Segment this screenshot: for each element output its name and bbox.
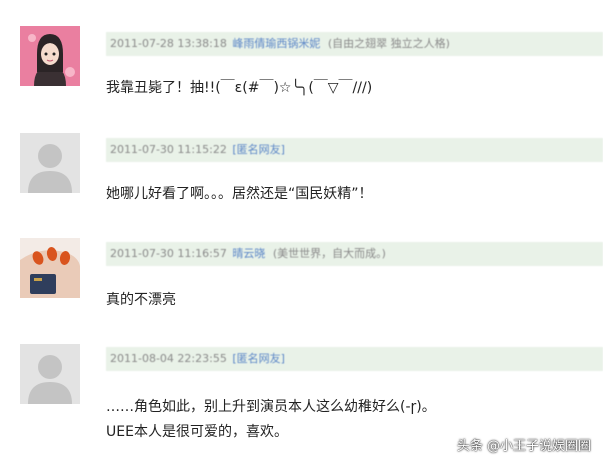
comment-timestamp: 2011-07-30 11:16:57 [110, 247, 227, 260]
comment-text: UEE本人是很可爱的，喜欢。 [106, 424, 288, 440]
comment-meta-bar: 2011-08-04 22:23:55 [匿名网友] [106, 347, 603, 371]
comment-text: ……角色如此，别上升到演员本人这么幼稚好么(-ɼ)。 [106, 399, 436, 415]
comment-text: 真的不漂亮 [106, 292, 176, 308]
avatar-girl-illustration-icon [20, 26, 80, 86]
comment-text: 她哪儿好看了啊。。。居然还是“国民妖精”！ [106, 186, 373, 202]
comment-username[interactable]: 峰雨倩瑜西锅米妮 [232, 37, 320, 50]
user-avatar[interactable] [20, 26, 80, 86]
comment-timestamp: 2011-07-30 11:15:22 [110, 143, 227, 156]
user-avatar[interactable] [20, 133, 80, 193]
comment-username[interactable]: 晴云晓 [232, 247, 265, 260]
comment-timestamp: 2011-07-28 13:38:18 [110, 37, 227, 50]
comment-user-note: (美世世界，自大而成。) [272, 247, 386, 260]
comment-text: 我靠丑毙了！抽!!(￣ε(#￣)☆╰╮(￣▽￣///) [106, 80, 373, 96]
comment-username[interactable]: [匿名网友] [232, 352, 285, 365]
avatar-default-silhouette-icon [20, 133, 80, 193]
comment-meta-bar: 2011-07-30 11:15:22 [匿名网友] [106, 138, 603, 162]
avatar-painted-nails-icon [20, 238, 80, 298]
avatar-default-silhouette-icon [20, 344, 80, 404]
watermark: 头条 @小王子说娱圈圈 [456, 439, 591, 454]
comment-timestamp: 2011-08-04 22:23:55 [110, 352, 227, 365]
comment-username[interactable]: [匿名网友] [232, 143, 285, 156]
user-avatar[interactable] [20, 344, 80, 404]
user-avatar[interactable] [20, 238, 80, 298]
comment-meta-bar: 2011-07-30 11:16:57 晴云晓 (美世世界，自大而成。) [106, 242, 603, 266]
comment-user-note: (自由之翅翠 独立之人格) [327, 37, 450, 50]
comment-meta-bar: 2011-07-28 13:38:18 峰雨倩瑜西锅米妮 (自由之翅翠 独立之人… [106, 32, 603, 56]
